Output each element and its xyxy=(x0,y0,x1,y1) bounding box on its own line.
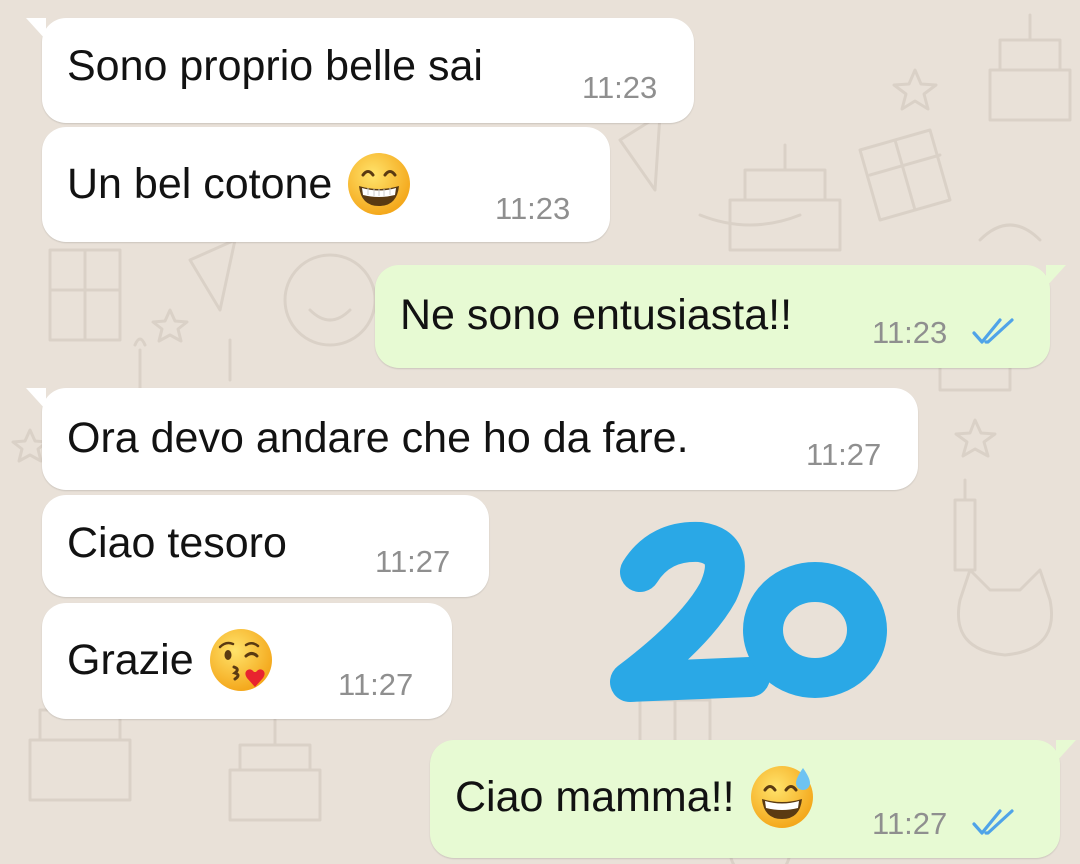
message-time: 11:23 xyxy=(582,70,658,105)
grinning-face-emoji-icon xyxy=(348,153,411,215)
message-text: Sono proprio belle sai xyxy=(67,41,483,90)
message-time: 11:23 xyxy=(495,191,571,226)
bubble-tail xyxy=(26,18,46,40)
message-text-row: Grazie xyxy=(67,627,274,693)
message-time: 11:27 xyxy=(872,806,948,841)
message-time: 11:23 xyxy=(872,315,948,350)
message-bubble-incoming[interactable]: Un bel cotone 11:23 xyxy=(42,127,610,242)
message-time: 11:27 xyxy=(375,544,451,579)
message-text: Grazie xyxy=(67,635,194,684)
bubble-tail xyxy=(26,388,46,410)
message-bubble-incoming[interactable]: Grazie 11:27 xyxy=(42,603,452,719)
message-time: 11:27 xyxy=(806,437,882,472)
message-text: Ciao tesoro xyxy=(67,518,287,567)
handwritten-number-overlay xyxy=(610,521,887,702)
message-bubble-incoming[interactable]: Ciao tesoro 11:27 xyxy=(42,495,489,597)
face-blowing-kiss-emoji-icon xyxy=(209,629,272,691)
message-bubble-incoming[interactable]: Sono proprio belle sai 11:23 xyxy=(26,18,694,123)
message-bubble-outgoing[interactable]: Ciao mamma!! 11:27 xyxy=(430,740,1076,858)
message-bubble-outgoing[interactable]: Ne sono entusiasta!! 11:23 xyxy=(375,265,1066,368)
message-time: 11:27 xyxy=(338,667,414,702)
message-text-row: Un bel cotone xyxy=(67,151,412,217)
message-text-row: Ciao mamma!! xyxy=(455,764,815,830)
bubble-tail xyxy=(1046,265,1066,287)
message-text: Ora devo andare che ho da fare. xyxy=(67,413,689,462)
read-double-check-icon xyxy=(972,809,1014,835)
message-text: Ciao mamma!! xyxy=(455,772,735,821)
read-double-check-icon xyxy=(972,318,1014,344)
message-text: Ne sono entusiasta!! xyxy=(400,290,793,339)
message-bubble-incoming[interactable]: Ora devo andare che ho da fare. 11:27 xyxy=(26,388,918,490)
grinning-face-with-sweat-emoji-icon xyxy=(750,766,813,828)
bubble-tail xyxy=(1056,740,1076,762)
message-text: Un bel cotone xyxy=(67,159,333,208)
